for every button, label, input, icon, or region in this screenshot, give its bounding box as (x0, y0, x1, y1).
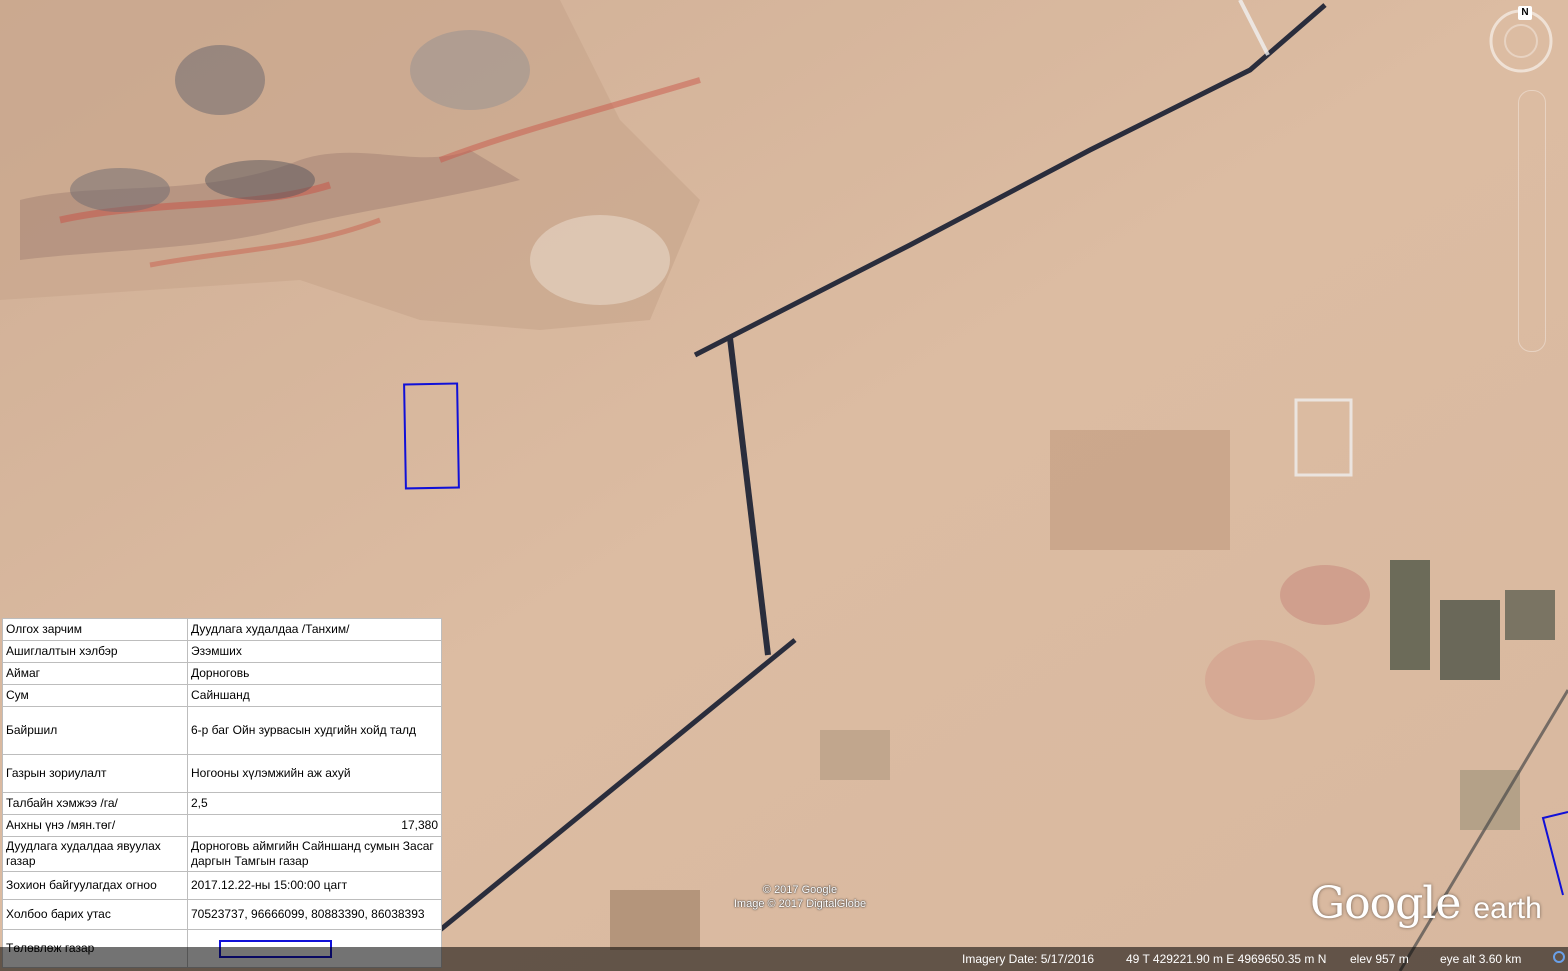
streaming-status-icon (1553, 951, 1565, 963)
copyright-google: © 2017 Google (762, 884, 838, 896)
table-row: Сум Сайншанд (2, 684, 442, 707)
google-earth-logo: Google earth (1310, 878, 1542, 929)
table-row: Ашиглалтын хэлбэр Эзэмших (2, 640, 442, 663)
row-value: Дорноговь аймгийн Сайншанд сумын Засаг д… (187, 836, 442, 872)
logo-earth: earth (1473, 892, 1542, 925)
cursor-coordinates: 49 T 429221.90 m E 4969650.35 m N (1126, 952, 1327, 966)
row-label: Сум (2, 684, 188, 707)
table-row: Олгох зарчим Дуудлага худалдаа /Танхим/ (2, 618, 442, 641)
row-label: Аймаг (2, 662, 188, 685)
row-label: Дуудлага худалдаа явуулах газар (2, 836, 188, 872)
row-value: Дуудлага худалдаа /Танхим/ (187, 618, 442, 641)
row-value: Эзэмших (187, 640, 442, 663)
row-value: Ногооны хүлэмжийн аж ахуй (187, 754, 442, 793)
table-row: Байршил 6-р баг Ойн зурвасын худгийн хой… (2, 706, 442, 755)
table-row: Дуудлага худалдаа явуулах газар Дорногов… (2, 836, 442, 872)
row-value: Сайншанд (187, 684, 442, 707)
navigation-slider-icon[interactable] (1518, 90, 1546, 352)
copyright-imagery: Image © 2017 DigitalGlobe (733, 898, 867, 910)
row-value: 6-р баг Ойн зурвасын худгийн хойд талд (187, 706, 442, 755)
table-row: Аймаг Дорноговь (2, 662, 442, 685)
table-row: Анхны үнэ /мян.төг/ 17,380 (2, 814, 442, 837)
table-row: Зохион байгуулагдах огноо 2017.12.22-ны … (2, 871, 442, 900)
imagery-copyright: © 2017 Google Image © 2017 DigitalGlobe (700, 883, 900, 911)
row-label: Газрын зориулалт (2, 754, 188, 793)
row-label: Байршил (2, 706, 188, 755)
row-label: Зохион байгуулагдах огноо (2, 871, 188, 900)
compass-north-label: N (1518, 6, 1532, 20)
info-table: Олгох зарчим Дуудлага худалдаа /Танхим/ … (2, 618, 442, 968)
elevation: elev 957 m (1350, 952, 1409, 966)
logo-google: Google (1310, 878, 1461, 929)
row-value: 2,5 (187, 792, 442, 815)
row-label: Ашиглалтын хэлбэр (2, 640, 188, 663)
row-value: Дорноговь (187, 662, 442, 685)
table-row: Талбайн хэмжээ /га/ 2,5 (2, 792, 442, 815)
table-row: Газрын зориулалт Ногооны хүлэмжийн аж ах… (2, 754, 442, 793)
row-value: 17,380 (187, 814, 442, 837)
eye-altitude: eye alt 3.60 km (1440, 952, 1522, 966)
table-row: Холбоо барих утас 70523737, 96666099, 80… (2, 899, 442, 930)
status-bar: Imagery Date: 5/17/2016 49 T 429221.90 m… (0, 947, 1568, 971)
row-label: Талбайн хэмжээ /га/ (2, 792, 188, 815)
row-value: 70523737, 96666099, 80883390, 86038393 (187, 899, 442, 930)
row-value: 2017.12.22-ны 15:00:00 цагт (187, 871, 442, 900)
row-label: Холбоо барих утас (2, 899, 188, 930)
row-label: Олгох зарчим (2, 618, 188, 641)
row-label: Анхны үнэ /мян.төг/ (2, 814, 188, 837)
imagery-date: Imagery Date: 5/17/2016 (962, 952, 1095, 966)
